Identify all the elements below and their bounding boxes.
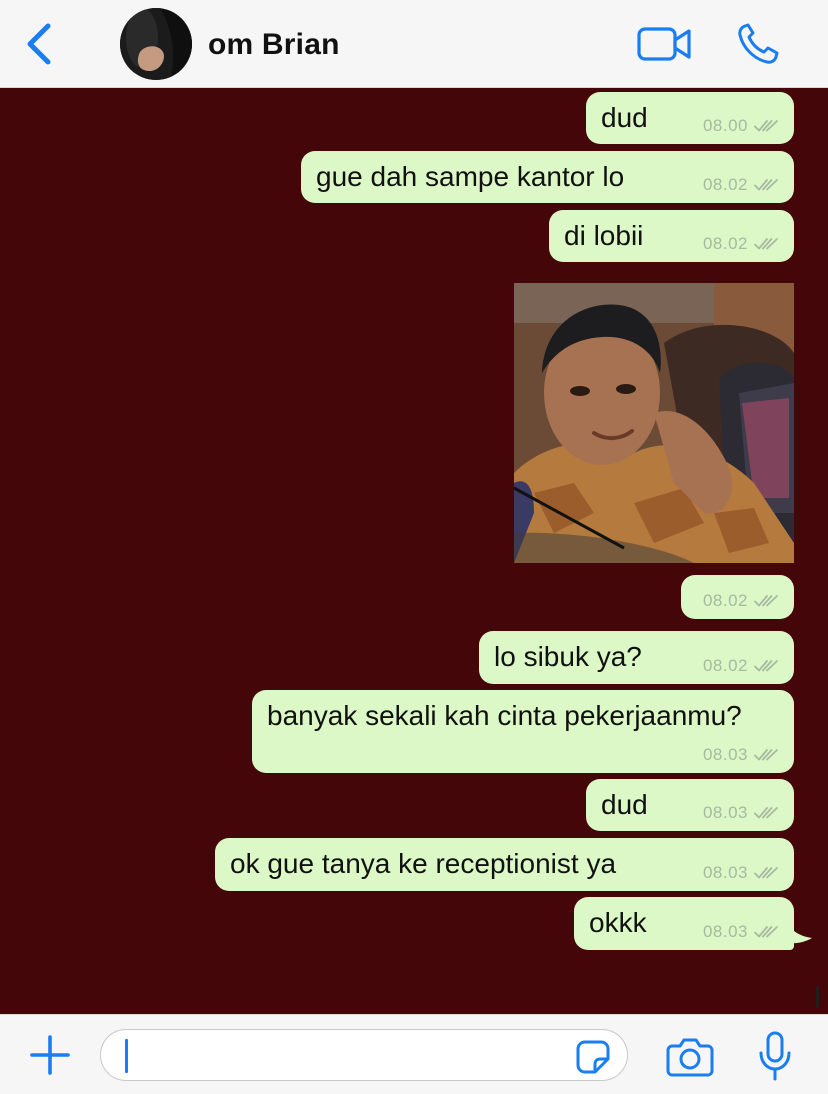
message-meta: 08.02 (703, 591, 780, 611)
message-meta: 08.03 (703, 745, 780, 765)
message-bubble[interactable]: ok gue tanya ke receptionist ya 08.03 (215, 838, 794, 891)
message-time: 08.03 (702, 922, 748, 941)
message-text: gue dah sampe kantor lo (316, 161, 625, 192)
message-time: 08.03 (702, 863, 748, 882)
contact-name[interactable]: om Brian (208, 28, 340, 62)
voice-note-button[interactable] (758, 1031, 792, 1083)
microphone-icon (759, 1031, 791, 1081)
message-time: 08.03 (702, 803, 748, 822)
message-bubble[interactable]: 08.02 (681, 575, 794, 619)
message-bubble[interactable]: gue dah sampe kantor lo 08.02 (301, 151, 794, 203)
read-ticks-icon (754, 925, 780, 939)
message-meta: 08.03 (703, 922, 780, 942)
scrollbar[interactable] (816, 986, 819, 1008)
message-meta: 08.02 (703, 656, 780, 676)
voice-call-button[interactable] (736, 22, 782, 66)
sticker-button[interactable] (575, 1039, 611, 1075)
video-camera-icon (637, 27, 691, 61)
message-time: 08.03 (702, 745, 748, 764)
camera-icon (666, 1038, 714, 1077)
message-time: 08.00 (702, 116, 748, 135)
message-time: 08.02 (702, 591, 748, 610)
message-time: 08.02 (702, 175, 748, 194)
read-ticks-icon (754, 119, 780, 133)
composer-bar (0, 1014, 828, 1094)
message-list[interactable]: dud 08.00 gue dah sampe kantor lo 08.02 … (0, 88, 828, 1014)
avatar[interactable] (120, 8, 192, 80)
message-meta: 08.02 (703, 175, 780, 195)
message-meta: 08.02 (703, 234, 780, 254)
message-bubble[interactable]: di lobii 08.02 (549, 210, 794, 262)
message-meta: 08.00 (703, 116, 780, 136)
message-meta: 08.03 (703, 803, 780, 823)
message-bubble[interactable]: okkk 08.03 (574, 897, 794, 950)
read-ticks-icon (754, 594, 780, 608)
phone-icon (738, 23, 779, 64)
read-ticks-icon (754, 866, 780, 880)
message-bubble[interactable]: dud 08.00 (586, 92, 794, 144)
message-bubble[interactable]: lo sibuk ya? 08.02 (479, 631, 794, 684)
message-meta: 08.03 (703, 863, 780, 883)
video-call-button[interactable] (636, 24, 692, 64)
read-ticks-icon (754, 659, 780, 673)
message-time: 08.02 (702, 656, 748, 675)
sticker-icon (576, 1040, 610, 1074)
message-text: banyak sekali kah cinta pekerjaanmu? (267, 700, 742, 731)
read-ticks-icon (754, 806, 780, 820)
back-button[interactable] (22, 22, 58, 66)
attach-button[interactable] (30, 1035, 70, 1075)
message-text: ok gue tanya ke receptionist ya (230, 848, 617, 879)
read-ticks-icon (754, 748, 780, 762)
message-text: di lobii (564, 220, 644, 251)
message-text: dud (601, 102, 648, 133)
photo-message[interactable] (514, 283, 794, 563)
read-ticks-icon (754, 178, 780, 192)
message-text: lo sibuk ya? (494, 641, 642, 672)
chevron-left-icon (27, 23, 51, 65)
message-text: dud (601, 789, 648, 820)
text-caret (125, 1039, 128, 1073)
message-time: 08.02 (702, 234, 748, 253)
chat-header: om Brian (0, 0, 828, 88)
message-bubble[interactable]: banyak sekali kah cinta pekerjaanmu? 08.… (252, 690, 794, 773)
plus-icon (30, 1035, 70, 1075)
message-text: okkk (589, 907, 647, 938)
read-ticks-icon (754, 237, 780, 251)
camera-button[interactable] (666, 1037, 714, 1077)
message-input[interactable] (100, 1029, 628, 1081)
message-bubble[interactable]: dud 08.03 (586, 779, 794, 831)
